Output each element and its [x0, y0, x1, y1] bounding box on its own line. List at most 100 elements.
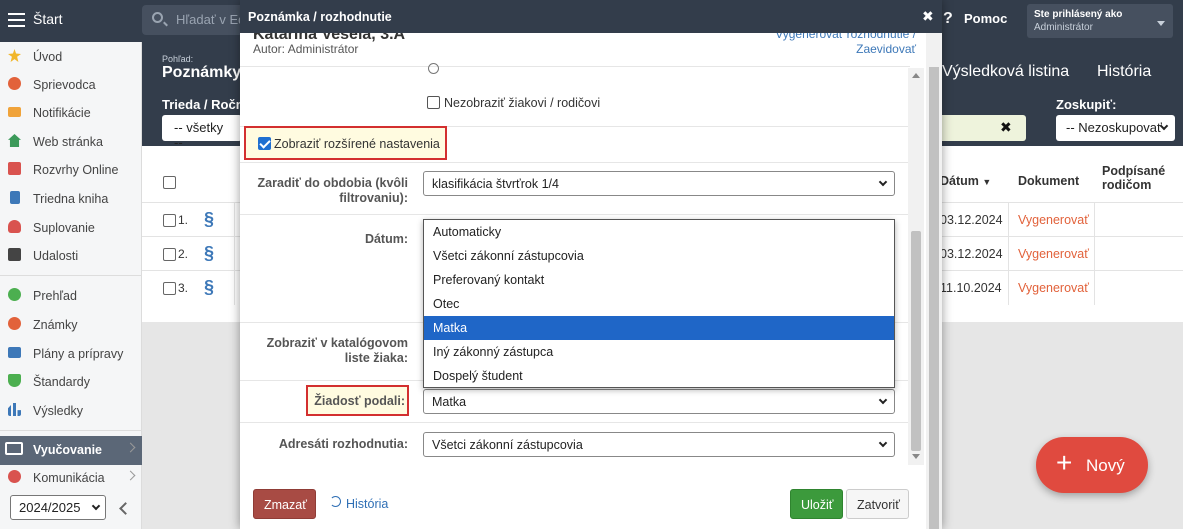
- row-checkbox[interactable]: [163, 248, 176, 261]
- column-divider: [1008, 271, 1009, 305]
- sidebar-item-notifikacie[interactable]: Notifikácie: [0, 99, 142, 127]
- dropdown-option-selected[interactable]: Matka: [424, 316, 894, 340]
- scroll-up-icon[interactable]: [912, 73, 920, 78]
- sidebar: Úvod Sprievodca Notifikácie Web stránka …: [0, 42, 142, 529]
- sidebar-item-label: Prehľad: [33, 289, 77, 303]
- page-scrollbar[interactable]: [926, 33, 942, 529]
- scrollbar-thumb[interactable]: [929, 67, 939, 529]
- active-filter-chip: ✖: [942, 115, 1026, 141]
- sidebar-item-label: Suplovanie: [33, 221, 95, 235]
- request-label-highlight: Žiadosť podali:: [306, 385, 409, 416]
- sidebar-item-label: Plány a prípravy: [33, 347, 124, 361]
- sidebar-item-suplovanie[interactable]: Suplovanie: [0, 214, 142, 242]
- history-icon: [330, 496, 341, 507]
- group-by-select[interactable]: -- Nezoskupovať: [1056, 115, 1175, 141]
- sidebar-divider: [0, 430, 142, 431]
- sidebar-divider: [0, 275, 142, 276]
- request-value: Matka: [432, 395, 467, 409]
- sidebar-item-standardy[interactable]: Štandardy: [0, 368, 142, 396]
- new-note-label: Nový: [1086, 456, 1125, 475]
- help-icon[interactable]: ?: [943, 10, 953, 28]
- recipients-label: Adresáti rozhodnutia:: [278, 437, 408, 451]
- tab-vysledkova-listina[interactable]: Výsledková listina: [942, 63, 1069, 81]
- school-year-value: 2024/2025: [19, 500, 81, 515]
- sidebar-item-plany[interactable]: Plány a prípravy: [0, 340, 142, 368]
- sidebar-item-label: Notifikácie: [33, 106, 91, 120]
- column-divider: [1094, 237, 1095, 271]
- delete-button[interactable]: Zmazať: [253, 489, 316, 519]
- sidebar-item-triedna-kniha[interactable]: Triedna kniha: [0, 185, 142, 213]
- dropdown-option[interactable]: Automaticky: [424, 220, 894, 244]
- generate-document-link[interactable]: Vygenerovať: [1018, 213, 1089, 227]
- search-icon: [152, 12, 163, 23]
- sidebar-item-label: Komunikácia: [33, 471, 105, 485]
- school-year-select[interactable]: 2024/2025: [10, 495, 106, 520]
- sidebar-item-udalosti[interactable]: Udalosti: [0, 242, 142, 270]
- request-dropdown-list[interactable]: Automaticky Všetci zákonní zástupcovia P…: [423, 219, 895, 388]
- class-filter-select[interactable]: -- všetky --: [162, 115, 242, 150]
- sidebar-item-vysledky[interactable]: Výsledky: [0, 397, 142, 425]
- generate-document-link[interactable]: Vygenerovať: [1018, 281, 1089, 295]
- request-select[interactable]: Matka: [423, 389, 895, 414]
- group-by-label: Zoskupiť:: [1056, 97, 1117, 112]
- calendar-icon: [8, 162, 21, 175]
- guide-icon: [8, 77, 21, 90]
- sidebar-item-komunikacia[interactable]: Komunikácia: [0, 464, 142, 492]
- column-divider: [234, 271, 235, 305]
- period-select[interactable]: klasifikácia štvrťrok 1/4: [423, 171, 895, 196]
- radio-button[interactable]: [428, 63, 439, 74]
- chevron-down-icon: [878, 395, 888, 405]
- sidebar-item-uvod[interactable]: Úvod: [0, 43, 142, 71]
- dropdown-option[interactable]: Všetci zákonní zástupcovia: [424, 244, 894, 268]
- scroll-down-icon[interactable]: [912, 454, 920, 459]
- dropdown-option[interactable]: Iný zákonný zástupca: [424, 340, 894, 364]
- dropdown-option[interactable]: Dospelý študent: [424, 364, 894, 388]
- advanced-settings-checkbox[interactable]: [258, 137, 271, 150]
- select-all-checkbox[interactable]: [163, 176, 176, 189]
- close-button[interactable]: Zatvoriť: [846, 489, 909, 519]
- dropdown-option[interactable]: Otec: [424, 292, 894, 316]
- dropdown-option[interactable]: Preferovaný kontakt: [424, 268, 894, 292]
- new-note-button[interactable]: + Nový: [1036, 437, 1148, 493]
- dialog-title: Poznámka / rozhodnutie: [248, 10, 392, 24]
- scrollbar-thumb[interactable]: [911, 231, 921, 451]
- column-header-signed: Podpísané rodičom: [1102, 164, 1166, 192]
- sidebar-item-znamky[interactable]: Známky: [0, 311, 142, 339]
- hide-from-student-checkbox[interactable]: [427, 96, 440, 109]
- history-link[interactable]: História: [346, 497, 388, 511]
- plus-icon: +: [1056, 447, 1073, 478]
- sidebar-item-rozvrhy[interactable]: Rozvrhy Online: [0, 156, 142, 184]
- user-menu[interactable]: Ste prihlásený ako Administrátor: [1027, 4, 1173, 38]
- close-icon[interactable]: ✖: [922, 8, 934, 25]
- help-link[interactable]: Pomoc: [964, 11, 1007, 26]
- column-header-document: Dokument: [1018, 174, 1080, 188]
- hamburger-menu-icon[interactable]: [8, 13, 25, 27]
- row-checkbox[interactable]: [163, 282, 176, 295]
- sidebar-item-label: Web stránka: [33, 135, 103, 149]
- generate-decision-link[interactable]: Vygenerovať rozhodnutie / Zaevidovať: [770, 33, 916, 57]
- chevron-down-icon: [878, 438, 888, 448]
- collapse-sidebar-icon[interactable]: [119, 502, 132, 515]
- sidebar-item-label: Výsledky: [33, 404, 84, 418]
- recipients-select[interactable]: Všetci zákonní zástupcovia: [423, 432, 895, 457]
- column-header-label: Dátum: [940, 174, 979, 188]
- column-header-date[interactable]: Dátum ▼: [940, 174, 991, 188]
- sidebar-item-prehlad[interactable]: Prehľad: [0, 282, 142, 310]
- sidebar-item-label: Vyučovanie: [33, 443, 103, 457]
- home-icon: [8, 134, 21, 147]
- sidebar-item-label: Triedna kniha: [33, 192, 109, 206]
- divider: [240, 162, 910, 163]
- dialog-scrollbar[interactable]: [908, 68, 924, 465]
- sidebar-item-vyucovanie[interactable]: Vyučovanie: [0, 436, 142, 465]
- tab-historia[interactable]: História: [1097, 63, 1151, 81]
- search-box[interactable]: Hľadať v Ed: [142, 5, 252, 35]
- clear-filter-icon[interactable]: ✖: [1000, 119, 1012, 136]
- sidebar-item-web-stranka[interactable]: Web stránka: [0, 128, 142, 156]
- sidebar-item-sprievodca[interactable]: Sprievodca: [0, 71, 142, 99]
- save-button[interactable]: Uložiť: [790, 489, 843, 519]
- period-label: Zaradiť do obdobia (kvôli filtrovaniu):: [257, 176, 408, 205]
- row-checkbox[interactable]: [163, 214, 176, 227]
- shield-icon: [8, 374, 21, 387]
- start-link[interactable]: Štart: [33, 11, 63, 27]
- generate-document-link[interactable]: Vygenerovať: [1018, 247, 1089, 261]
